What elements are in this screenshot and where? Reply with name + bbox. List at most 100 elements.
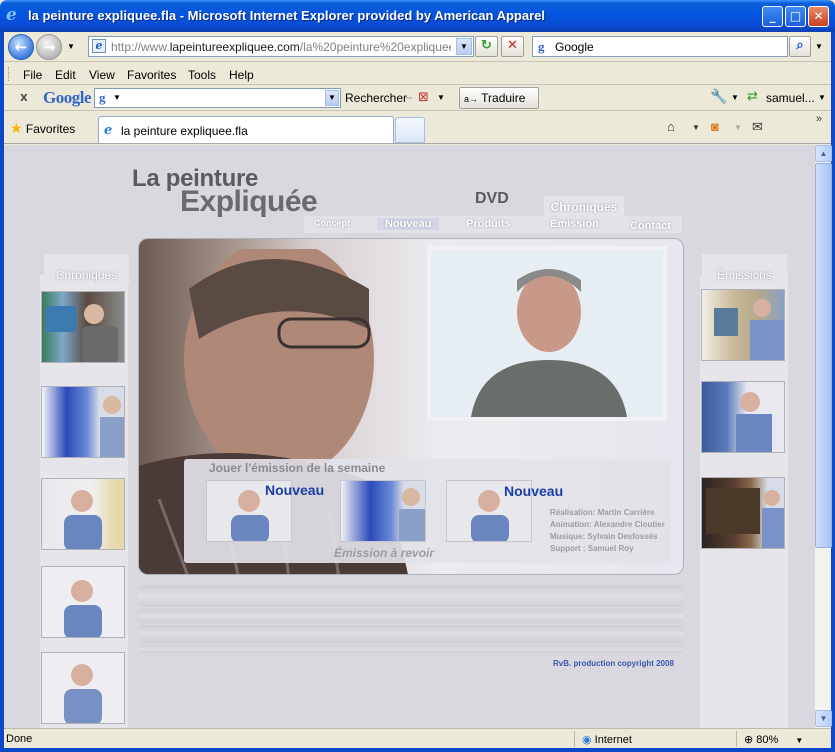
credit-realisation: Réalisation: Martin Carrière — [550, 508, 655, 517]
minimize-button[interactable]: _ — [762, 6, 783, 27]
nouveau-thumb-2[interactable] — [340, 480, 426, 542]
globe-icon: ◉ — [582, 734, 592, 746]
status-separator — [736, 731, 737, 747]
google-search-input[interactable]: g ▼ ▼ — [94, 88, 341, 108]
settings-dropdown-icon[interactable]: ▼ — [731, 93, 739, 102]
zone-label: Internet — [594, 734, 632, 746]
presenter-image — [64, 580, 102, 637]
nav-emission[interactable]: Émission — [550, 218, 599, 230]
google-search-dropdown-icon[interactable]: ▼ — [325, 90, 339, 106]
close-toolbar-icon[interactable]: x — [20, 90, 28, 104]
emission-thumb-1[interactable] — [701, 289, 785, 361]
maximize-button[interactable]: □ — [785, 6, 806, 27]
mail-icon[interactable]: ✉ — [752, 119, 763, 135]
home-icon[interactable]: ⌂ — [667, 119, 675, 134]
main-stage[interactable]: Jouer l'émission de la semaine Nouveau N… — [138, 238, 684, 575]
favorites-button[interactable]: ★ Favorites — [10, 120, 75, 137]
nav-contact[interactable]: Contact — [630, 220, 671, 232]
favorites-star-icon: ★ — [10, 120, 23, 136]
rss-icon[interactable]: ◙ — [711, 119, 719, 134]
history-dropdown-icon[interactable]: ▼ — [67, 42, 75, 51]
menu-file[interactable]: File — [23, 68, 42, 82]
status-text: Done — [6, 733, 33, 745]
chronique-thumb-2[interactable] — [41, 386, 125, 458]
ie-app-icon[interactable]: e — [6, 7, 23, 24]
popup-blocker-dropdown-icon[interactable]: ▼ — [437, 93, 445, 102]
home-dropdown-icon[interactable]: ▼ — [692, 123, 700, 132]
active-tab[interactable]: e la peinture expliquee.fla — [98, 116, 394, 143]
painter-smiling-image — [736, 392, 772, 452]
credit-musique: Musique: Sylvain Desfossés — [550, 532, 658, 541]
decor-bar-1 — [138, 585, 684, 607]
menu-favorites[interactable]: Favorites — [127, 68, 176, 82]
sync-icon[interactable]: ⇄ — [747, 88, 758, 104]
zoom-control[interactable]: ⊕ 80% ▼ — [744, 733, 803, 746]
status-separator — [574, 731, 575, 747]
chronique-thumb-4[interactable] — [41, 566, 125, 638]
video-player[interactable] — [427, 246, 667, 421]
painter-at-easel-image — [714, 299, 784, 360]
favorites-label: Favorites — [25, 122, 76, 136]
google-search-provider-icon: g — [538, 39, 545, 54]
address-dropdown-icon[interactable]: ▼ — [456, 38, 472, 55]
address-input[interactable]: e http://www.lapeintureexpliquee.com/la%… — [88, 36, 474, 57]
traduire-label: Traduire — [481, 91, 526, 105]
zoom-dropdown-icon[interactable]: ▼ — [795, 736, 803, 745]
search-options-dropdown-icon[interactable]: ▼ — [815, 42, 823, 51]
menu-view[interactable]: View — [89, 68, 115, 82]
translate-icon: a→ — [464, 94, 479, 104]
new-tab-button[interactable] — [395, 117, 425, 143]
nouveau-badge-1[interactable]: Nouveau — [265, 482, 324, 498]
search-button[interactable]: ⌕ — [789, 36, 811, 57]
vertical-scrollbar[interactable]: ▲ ▼ — [814, 145, 832, 728]
toolbar-overflow-icon[interactable]: » — [816, 113, 822, 125]
emission-thumb-3[interactable] — [701, 477, 785, 549]
popup-blocker-icon[interactable]: ⊠ — [418, 89, 429, 105]
security-zone[interactable]: ◉ Internet — [582, 733, 632, 746]
chroniques-tab[interactable]: Chroniques — [544, 196, 624, 218]
scroll-down-arrow-icon[interactable]: ▼ — [815, 710, 832, 727]
nav-nouveau[interactable]: Nouveau — [377, 218, 440, 230]
emission-thumb-2[interactable] — [701, 381, 785, 453]
menu-edit[interactable]: Edit — [55, 68, 76, 82]
google-g-dropdown-icon[interactable]: ▼ — [113, 93, 121, 102]
chronique-thumb-3[interactable] — [41, 478, 125, 550]
search-split-icon[interactable]: ⇔ — [404, 92, 414, 103]
blue-canvas-image — [100, 396, 124, 457]
back-button[interactable]: ← — [8, 34, 34, 60]
nav-concept[interactable]: Concept — [314, 218, 350, 228]
scrollbar-thumb[interactable] — [815, 163, 832, 548]
flash-movie[interactable]: La peinture Expliquée DVD Chroniques Con… — [4, 145, 814, 728]
chronique-thumb-5[interactable] — [41, 652, 125, 724]
feeds-dropdown-icon[interactable]: ▼ — [734, 123, 742, 132]
wrench-settings-icon[interactable]: 🔧 — [710, 88, 727, 105]
play-weekly-episode-link[interactable]: Jouer l'émission de la semaine — [209, 461, 385, 475]
nouveau-badge-2[interactable]: Nouveau — [504, 483, 563, 499]
page-viewport[interactable]: La peinture Expliquée DVD Chroniques Con… — [4, 145, 814, 728]
url-prefix: http://www. — [111, 40, 170, 54]
credits-block: Réalisation: Martin Carrière Animation: … — [550, 507, 665, 555]
account-button[interactable]: samuel... — [766, 91, 815, 105]
scroll-up-arrow-icon[interactable]: ▲ — [815, 145, 832, 162]
traduire-button[interactable]: a→ Traduire ▼ — [459, 87, 539, 125]
window-title: la peinture expliquee.fla - Microsoft In… — [28, 8, 545, 23]
refresh-button[interactable]: ↻ — [475, 36, 498, 57]
forward-button[interactable]: → — [36, 34, 62, 60]
google-logo[interactable]: Google — [43, 88, 92, 108]
nav-produits[interactable]: Produits — [466, 218, 511, 230]
toolbar-grip[interactable] — [8, 67, 11, 81]
stop-button[interactable]: ✕ — [501, 36, 524, 57]
credit-animation: Animation: Alexandre Cloutier — [550, 520, 665, 529]
url-text[interactable]: http://www.lapeintureexpliquee.com/la%20… — [111, 40, 451, 54]
close-button[interactable]: ✕ — [808, 6, 829, 27]
chronique-thumb-1[interactable] — [41, 291, 125, 363]
dvd-link[interactable]: DVD — [475, 190, 509, 208]
replay-episode-link[interactable]: Émission à revoir — [334, 546, 434, 560]
live-search-input[interactable]: g Google — [532, 36, 788, 57]
rechercher-button[interactable]: Rechercher — [345, 91, 407, 105]
account-dropdown-icon[interactable]: ▼ — [818, 93, 826, 102]
menu-tools[interactable]: Tools — [188, 68, 216, 82]
menu-help[interactable]: Help — [229, 68, 254, 82]
credit-support: Support : Samuel Roy — [550, 544, 634, 553]
window-title-bar[interactable]: e la peinture expliquee.fla - Microsoft … — [0, 0, 835, 32]
